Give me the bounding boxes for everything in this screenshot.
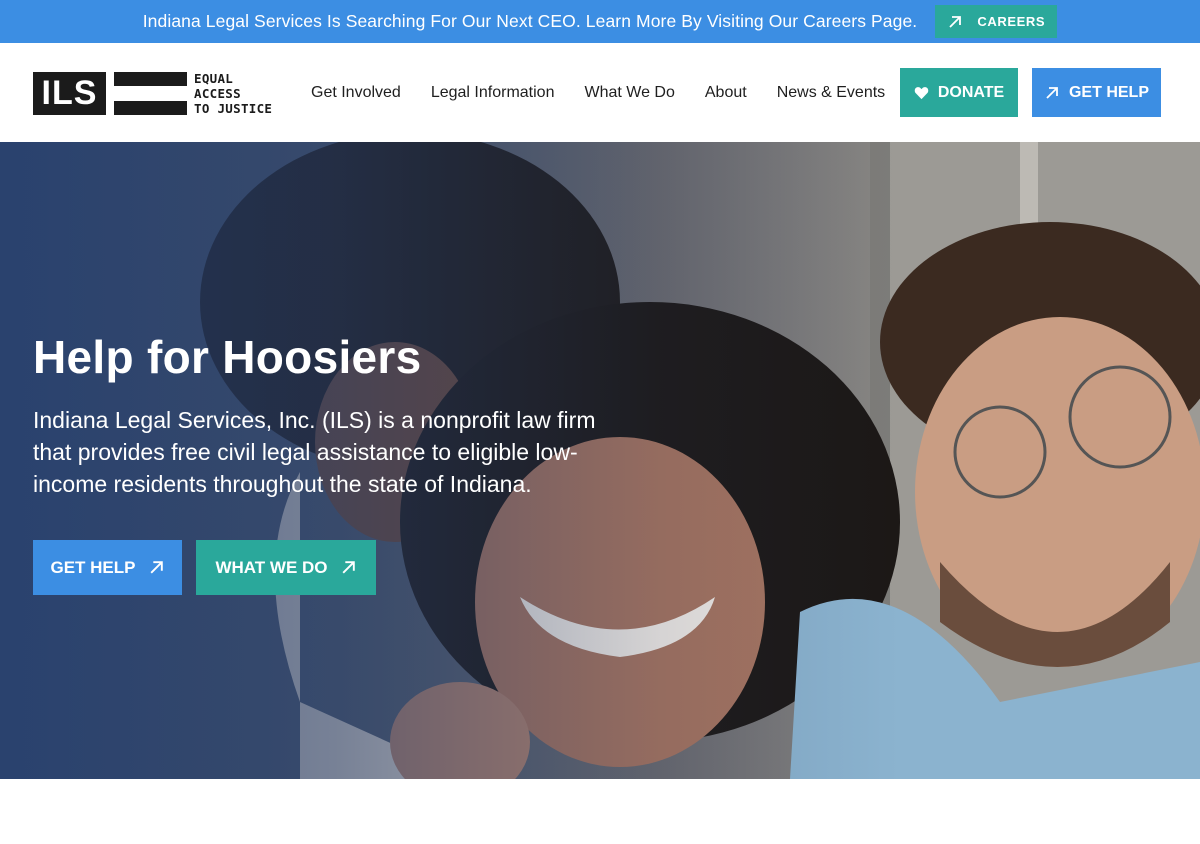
logo-mark: ILS xyxy=(33,72,106,115)
heart-icon xyxy=(914,86,929,99)
nav-item-get-involved[interactable]: Get Involved xyxy=(311,84,401,102)
nav-item-about[interactable]: About xyxy=(705,84,747,102)
careers-button[interactable]: CAREERS xyxy=(935,5,1058,38)
logo-bars xyxy=(114,72,187,115)
announcement-text: Indiana Legal Services Is Searching For … xyxy=(142,11,918,31)
nav-item-legal-information[interactable]: Legal Information xyxy=(431,84,555,102)
hero-title: Help for Hoosiers xyxy=(33,331,422,383)
main-nav: Get Involved Legal Information What We D… xyxy=(311,43,915,142)
hero-section: Help for Hoosiers Indiana Legal Services… xyxy=(0,142,1200,779)
site-header: ILS EQUAL ACCESS TO JUSTICE Get Involved… xyxy=(0,43,1200,142)
page-below-hero xyxy=(0,779,1200,844)
donate-button[interactable]: DONATE xyxy=(900,68,1018,117)
nav-item-news-events[interactable]: News & Events xyxy=(777,84,885,102)
arrow-up-right-icon xyxy=(150,561,163,574)
donate-button-label: DONATE xyxy=(937,83,1005,101)
hero-what-we-do-label: WHAT WE DO xyxy=(215,557,328,577)
logo-tagline-line: TO JUSTICE xyxy=(194,101,273,116)
get-help-button-label: GET HELP xyxy=(1068,83,1149,101)
arrow-up-right-icon xyxy=(949,15,962,28)
hero-get-help-button[interactable]: GET HELP xyxy=(33,540,182,595)
careers-button-label: CAREERS xyxy=(977,14,1046,29)
announcement-bar: Indiana Legal Services Is Searching For … xyxy=(0,0,1200,43)
hero-description: Indiana Legal Services, Inc. (ILS) is a … xyxy=(33,407,596,497)
site-logo[interactable]: ILS EQUAL ACCESS TO JUSTICE xyxy=(33,71,272,116)
logo-tagline: EQUAL ACCESS TO JUSTICE xyxy=(194,71,272,116)
hero-what-we-do-button[interactable]: WHAT WE DO xyxy=(196,540,376,595)
hero-get-help-label: GET HELP xyxy=(50,557,136,577)
logo-tagline-line: ACCESS xyxy=(194,86,241,101)
logo-tagline-line: EQUAL xyxy=(194,71,234,86)
header-get-help-button[interactable]: GET HELP xyxy=(1032,68,1161,117)
arrow-up-right-icon xyxy=(1046,86,1058,99)
arrow-up-right-icon xyxy=(342,561,355,574)
nav-item-what-we-do[interactable]: What We Do xyxy=(584,84,674,102)
